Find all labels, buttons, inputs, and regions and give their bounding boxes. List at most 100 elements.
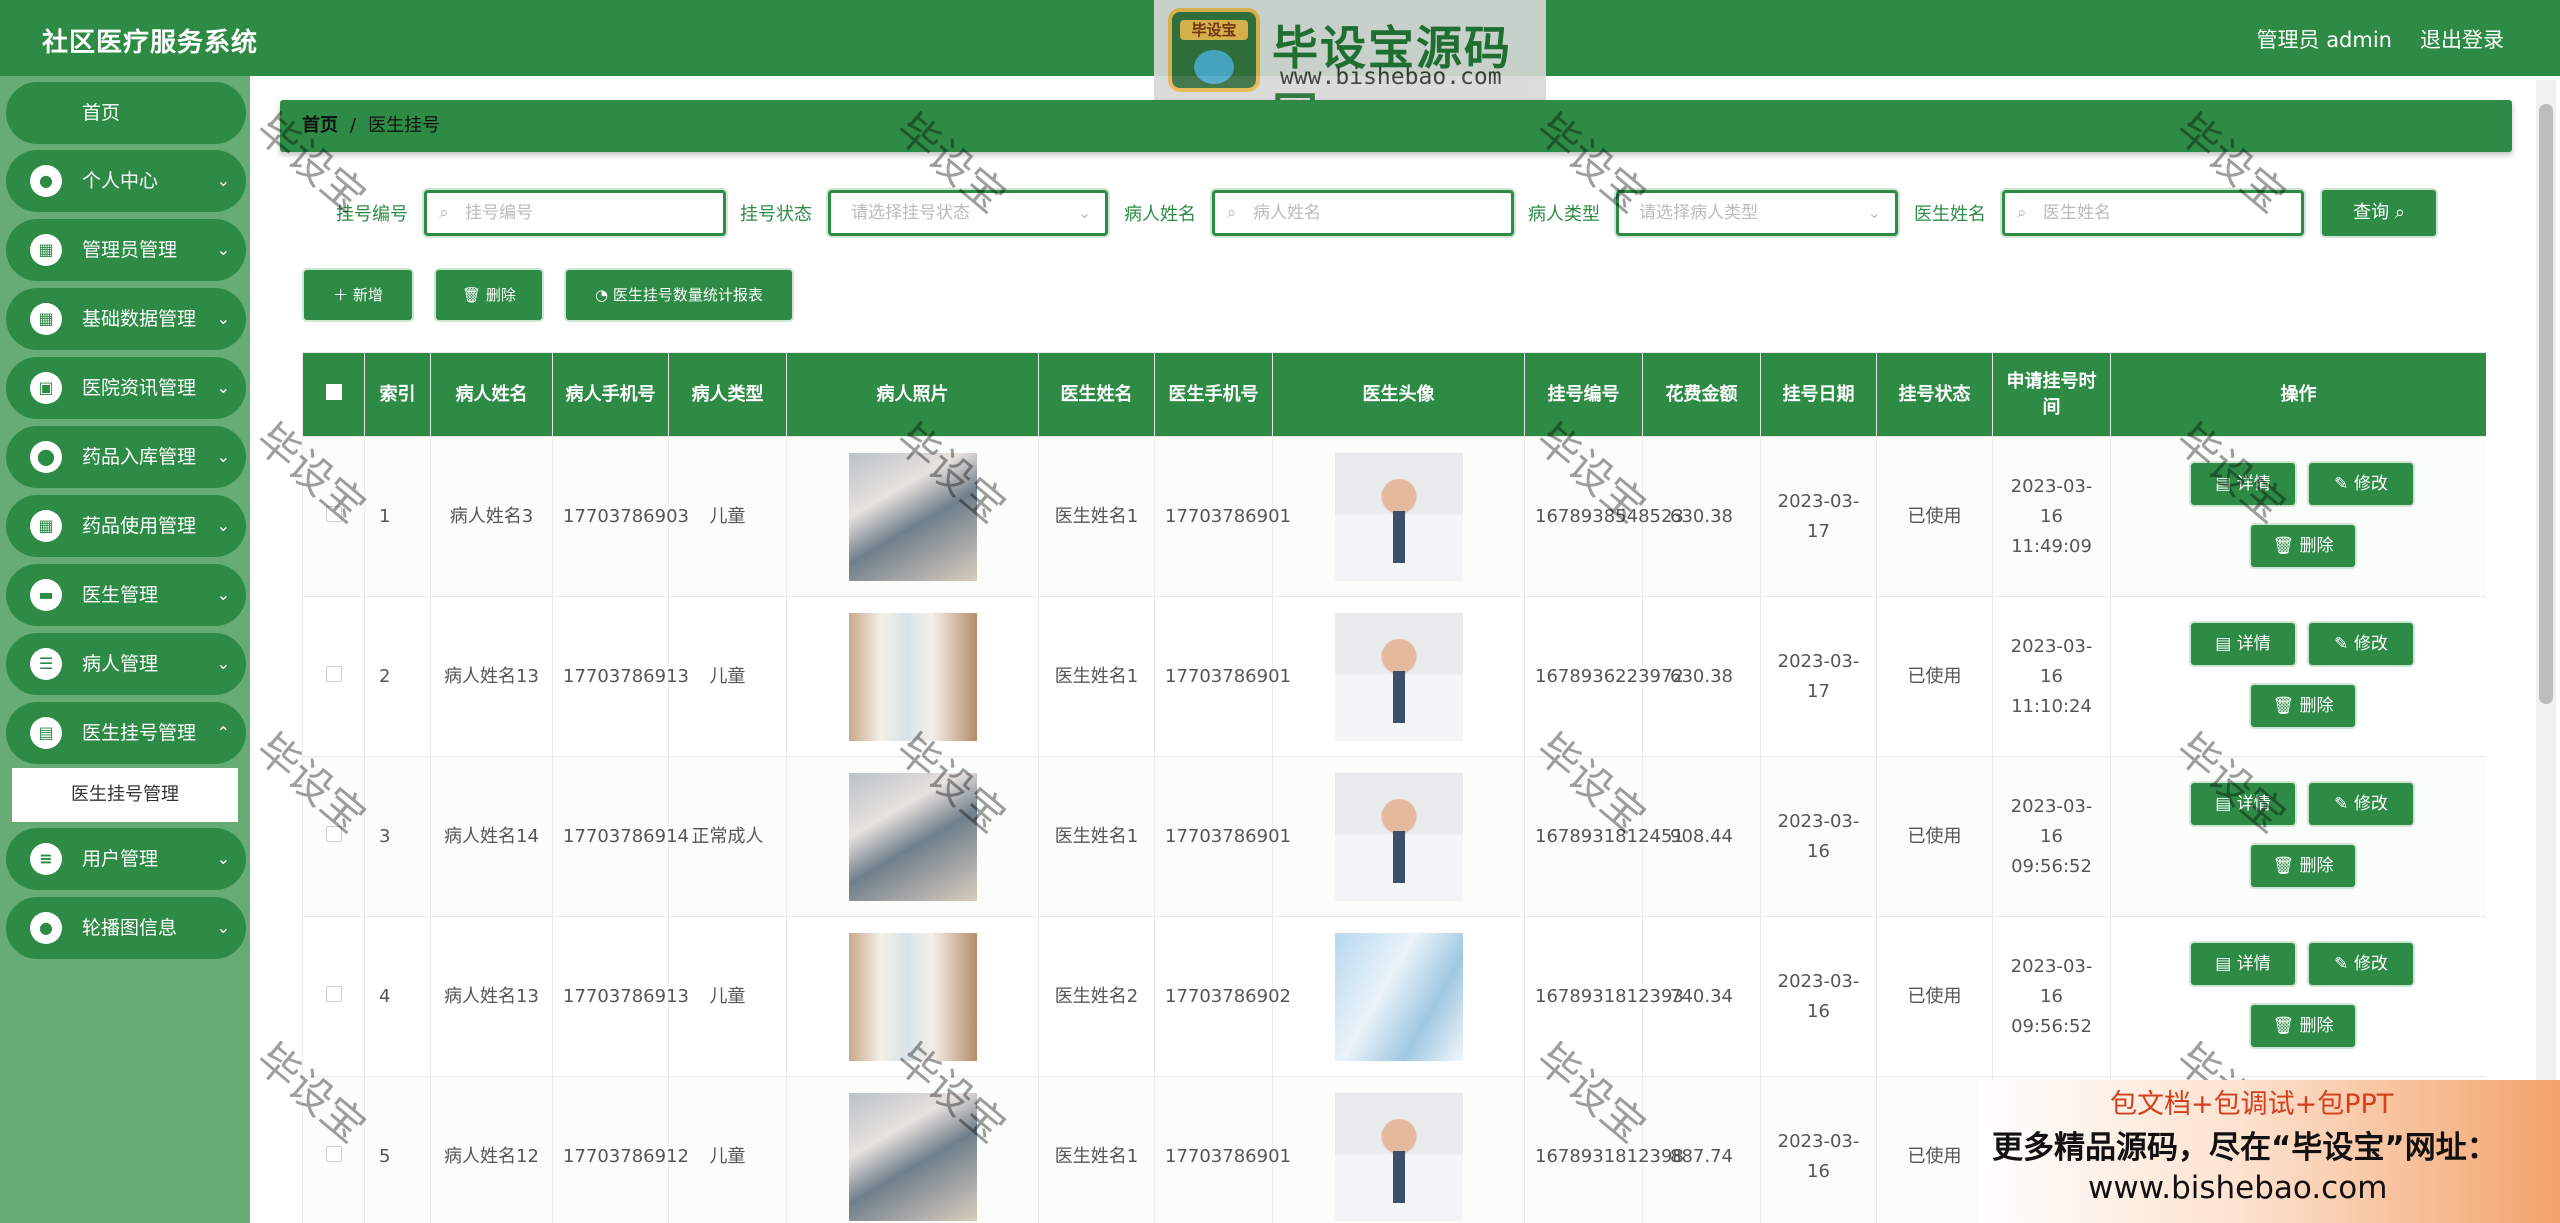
checkbox-icon[interactable] (325, 383, 342, 400)
row-checkbox-cell[interactable] (302, 436, 365, 597)
delete-row-button[interactable]: 🗑 删除 (2251, 1005, 2355, 1047)
table-row: 2 病人姓名13 17703786913 儿童 医生姓名1 1770378690… (302, 596, 2486, 757)
cell-doctor-name: 医生姓名1 (1038, 596, 1155, 757)
table-row: 4 病人姓名13 17703786913 儿童 医生姓名2 1770378690… (302, 916, 2486, 1077)
detail-button[interactable]: ▤ 详情 (2191, 783, 2295, 825)
edit-button[interactable]: ✎ 修改 (2309, 783, 2413, 825)
cell-patient-name: 病人姓名3 (430, 436, 553, 597)
checkbox-icon[interactable] (325, 1145, 342, 1162)
pencil-icon: ✎ (2334, 634, 2349, 654)
sidebar-item-drug-inbound[interactable]: ⬤ 药品入库管理 ⌄ (6, 426, 246, 488)
sidebar-item-registration-management[interactable]: ▤ 医生挂号管理 ⌃ (6, 702, 246, 764)
sidebar-subitem-registration[interactable]: 医生挂号管理 (12, 768, 238, 822)
delete-button-label: 删除 (485, 286, 516, 304)
patient-photo (848, 772, 977, 901)
table-header-row: 索引 病人姓名 病人手机号 病人类型 病人照片 医生姓名 医生手机号 医生头像 … (302, 352, 2486, 437)
search-input-doctor[interactable]: ⌕ 医生姓名 (2002, 190, 2304, 236)
cell-index: 3 (364, 756, 431, 917)
cell-registration-code: 1678936223972 (1524, 596, 1684, 757)
cell-doctor-name: 医生姓名1 (1038, 756, 1155, 917)
row-checkbox-cell[interactable] (302, 1076, 365, 1223)
person-icon: ● (30, 912, 62, 944)
vertical-scrollbar[interactable] (2536, 80, 2556, 1223)
row-checkbox-cell[interactable] (302, 596, 365, 757)
sidebar-item-personal-center[interactable]: ● 个人中心 ⌄ (6, 150, 246, 212)
pencil-icon: ✎ (2334, 954, 2349, 974)
sidebar-item-label: 管理员管理 (82, 239, 178, 261)
trash-icon: 🗑 (2272, 856, 2295, 876)
delete-label: 删除 (2299, 1016, 2334, 1036)
sidebar-item-home[interactable]: 首页 (6, 82, 246, 144)
select-patient-type[interactable]: 请选择病人类型 ⌄ (1616, 190, 1898, 236)
sidebar-item-doctor-management[interactable]: ▬ 医生管理 ⌄ (6, 564, 246, 626)
doctor-avatar (1334, 772, 1463, 901)
sidebar-item-label: 病人管理 (82, 653, 159, 675)
cell-registration-code: 1678931812398 (1524, 1076, 1684, 1223)
delete-row-button[interactable]: 🗑 删除 (2251, 685, 2355, 727)
sidebar-item-carousel[interactable]: ● 轮播图信息 ⌄ (6, 897, 246, 959)
location-pin-icon: ⬤ (30, 441, 62, 473)
sidebar-item-label: 用户管理 (82, 848, 159, 870)
logout-link[interactable]: 退出登录 (2420, 24, 2504, 54)
breadcrumb: 首页 / 医生挂号 (280, 100, 2512, 152)
delete-label: 删除 (2299, 696, 2334, 716)
detail-button[interactable]: ▤ 详情 (2191, 463, 2295, 505)
pencil-icon: ✎ (2334, 474, 2349, 494)
select-all-checkbox[interactable] (302, 352, 365, 437)
ad-line-1: 包文档+包调试+包PPT (2110, 1089, 2394, 1120)
sidebar-item-basic-data[interactable]: ▦ 基础数据管理 ⌄ (6, 288, 246, 350)
table-row: 1 病人姓名3 17703786903 儿童 医生姓名1 17703786901… (302, 436, 2486, 597)
select-placeholder: 请选择挂号状态 (851, 203, 970, 223)
column-header: 病人类型 (668, 352, 787, 437)
column-header: 挂号日期 (1760, 352, 1877, 437)
scrollbar-thumb[interactable] (2539, 104, 2553, 704)
detail-button[interactable]: ▤ 详情 (2191, 623, 2295, 665)
trash-icon: 🗑 (2272, 536, 2295, 556)
delete-row-button[interactable]: 🗑 删除 (2251, 525, 2355, 567)
checkbox-icon[interactable] (325, 985, 342, 1002)
chevron-down-icon: ⌄ (216, 171, 230, 190)
search-input-patient[interactable]: ⌕ 病人姓名 (1212, 190, 1514, 236)
row-checkbox-cell[interactable] (302, 756, 365, 917)
cell-doctor-phone: 17703786901 (1154, 1076, 1291, 1223)
delete-selected-button[interactable]: 🗑 删除 (436, 270, 542, 320)
checkbox-icon[interactable] (325, 505, 342, 522)
checkbox-icon[interactable] (325, 825, 342, 842)
patient-photo (848, 1092, 977, 1221)
edit-button[interactable]: ✎ 修改 (2309, 943, 2413, 985)
chevron-down-icon: ⌄ (216, 654, 230, 673)
sidebar-item-label: 个人中心 (82, 170, 159, 192)
edit-button[interactable]: ✎ 修改 (2309, 463, 2413, 505)
delete-row-button[interactable]: 🗑 删除 (2251, 845, 2355, 887)
detail-button[interactable]: ▤ 详情 (2191, 943, 2295, 985)
edit-label: 修改 (2353, 634, 2388, 654)
chevron-down-icon: ⌄ (216, 240, 230, 259)
cell-doctor-avatar (1272, 436, 1525, 597)
cell-patient-name: 病人姓名13 (430, 596, 553, 757)
query-button[interactable]: 查询 ⌕ (2322, 190, 2436, 236)
edit-button[interactable]: ✎ 修改 (2309, 623, 2413, 665)
row-checkbox-cell[interactable] (302, 916, 365, 1077)
cell-doctor-avatar (1272, 596, 1525, 757)
sidebar-item-admin-management[interactable]: ▦ 管理员管理 ⌄ (6, 219, 246, 281)
sidebar-item-hospital-news[interactable]: ▣ 医院资讯管理 ⌄ (6, 357, 246, 419)
search-input-code[interactable]: ⌕ 挂号编号 (424, 190, 726, 236)
patient-photo (848, 452, 977, 581)
cell-patient-phone: 17703786913 (552, 916, 689, 1077)
sidebar-item-drug-usage[interactable]: ▦ 药品使用管理 ⌄ (6, 495, 246, 557)
report-button[interactable]: ◔ 医生挂号数量统计报表 (566, 270, 792, 320)
current-user: 管理员 admin (2256, 28, 2392, 52)
search-label-status: 挂号状态 (740, 204, 812, 225)
add-button[interactable]: ＋ 新增 (304, 270, 412, 320)
cell-status: 已使用 (1876, 596, 1993, 757)
checkbox-icon[interactable] (325, 665, 342, 682)
breadcrumb-home[interactable]: 首页 (302, 115, 338, 136)
doctor-avatar (1334, 932, 1463, 1061)
select-status[interactable]: 请选择挂号状态 ⌄ (828, 190, 1108, 236)
ad-line-3: www.bishebao.com (2088, 1170, 2388, 1206)
search-label-patient: 病人姓名 (1124, 204, 1196, 225)
sidebar-item-patient-management[interactable]: ☰ 病人管理 ⌄ (6, 633, 246, 695)
chevron-down-icon: ⌄ (216, 378, 230, 397)
cell-doctor-name: 医生姓名2 (1038, 916, 1155, 1077)
sidebar-item-user-management[interactable]: ≡ 用户管理 ⌄ (6, 828, 246, 890)
